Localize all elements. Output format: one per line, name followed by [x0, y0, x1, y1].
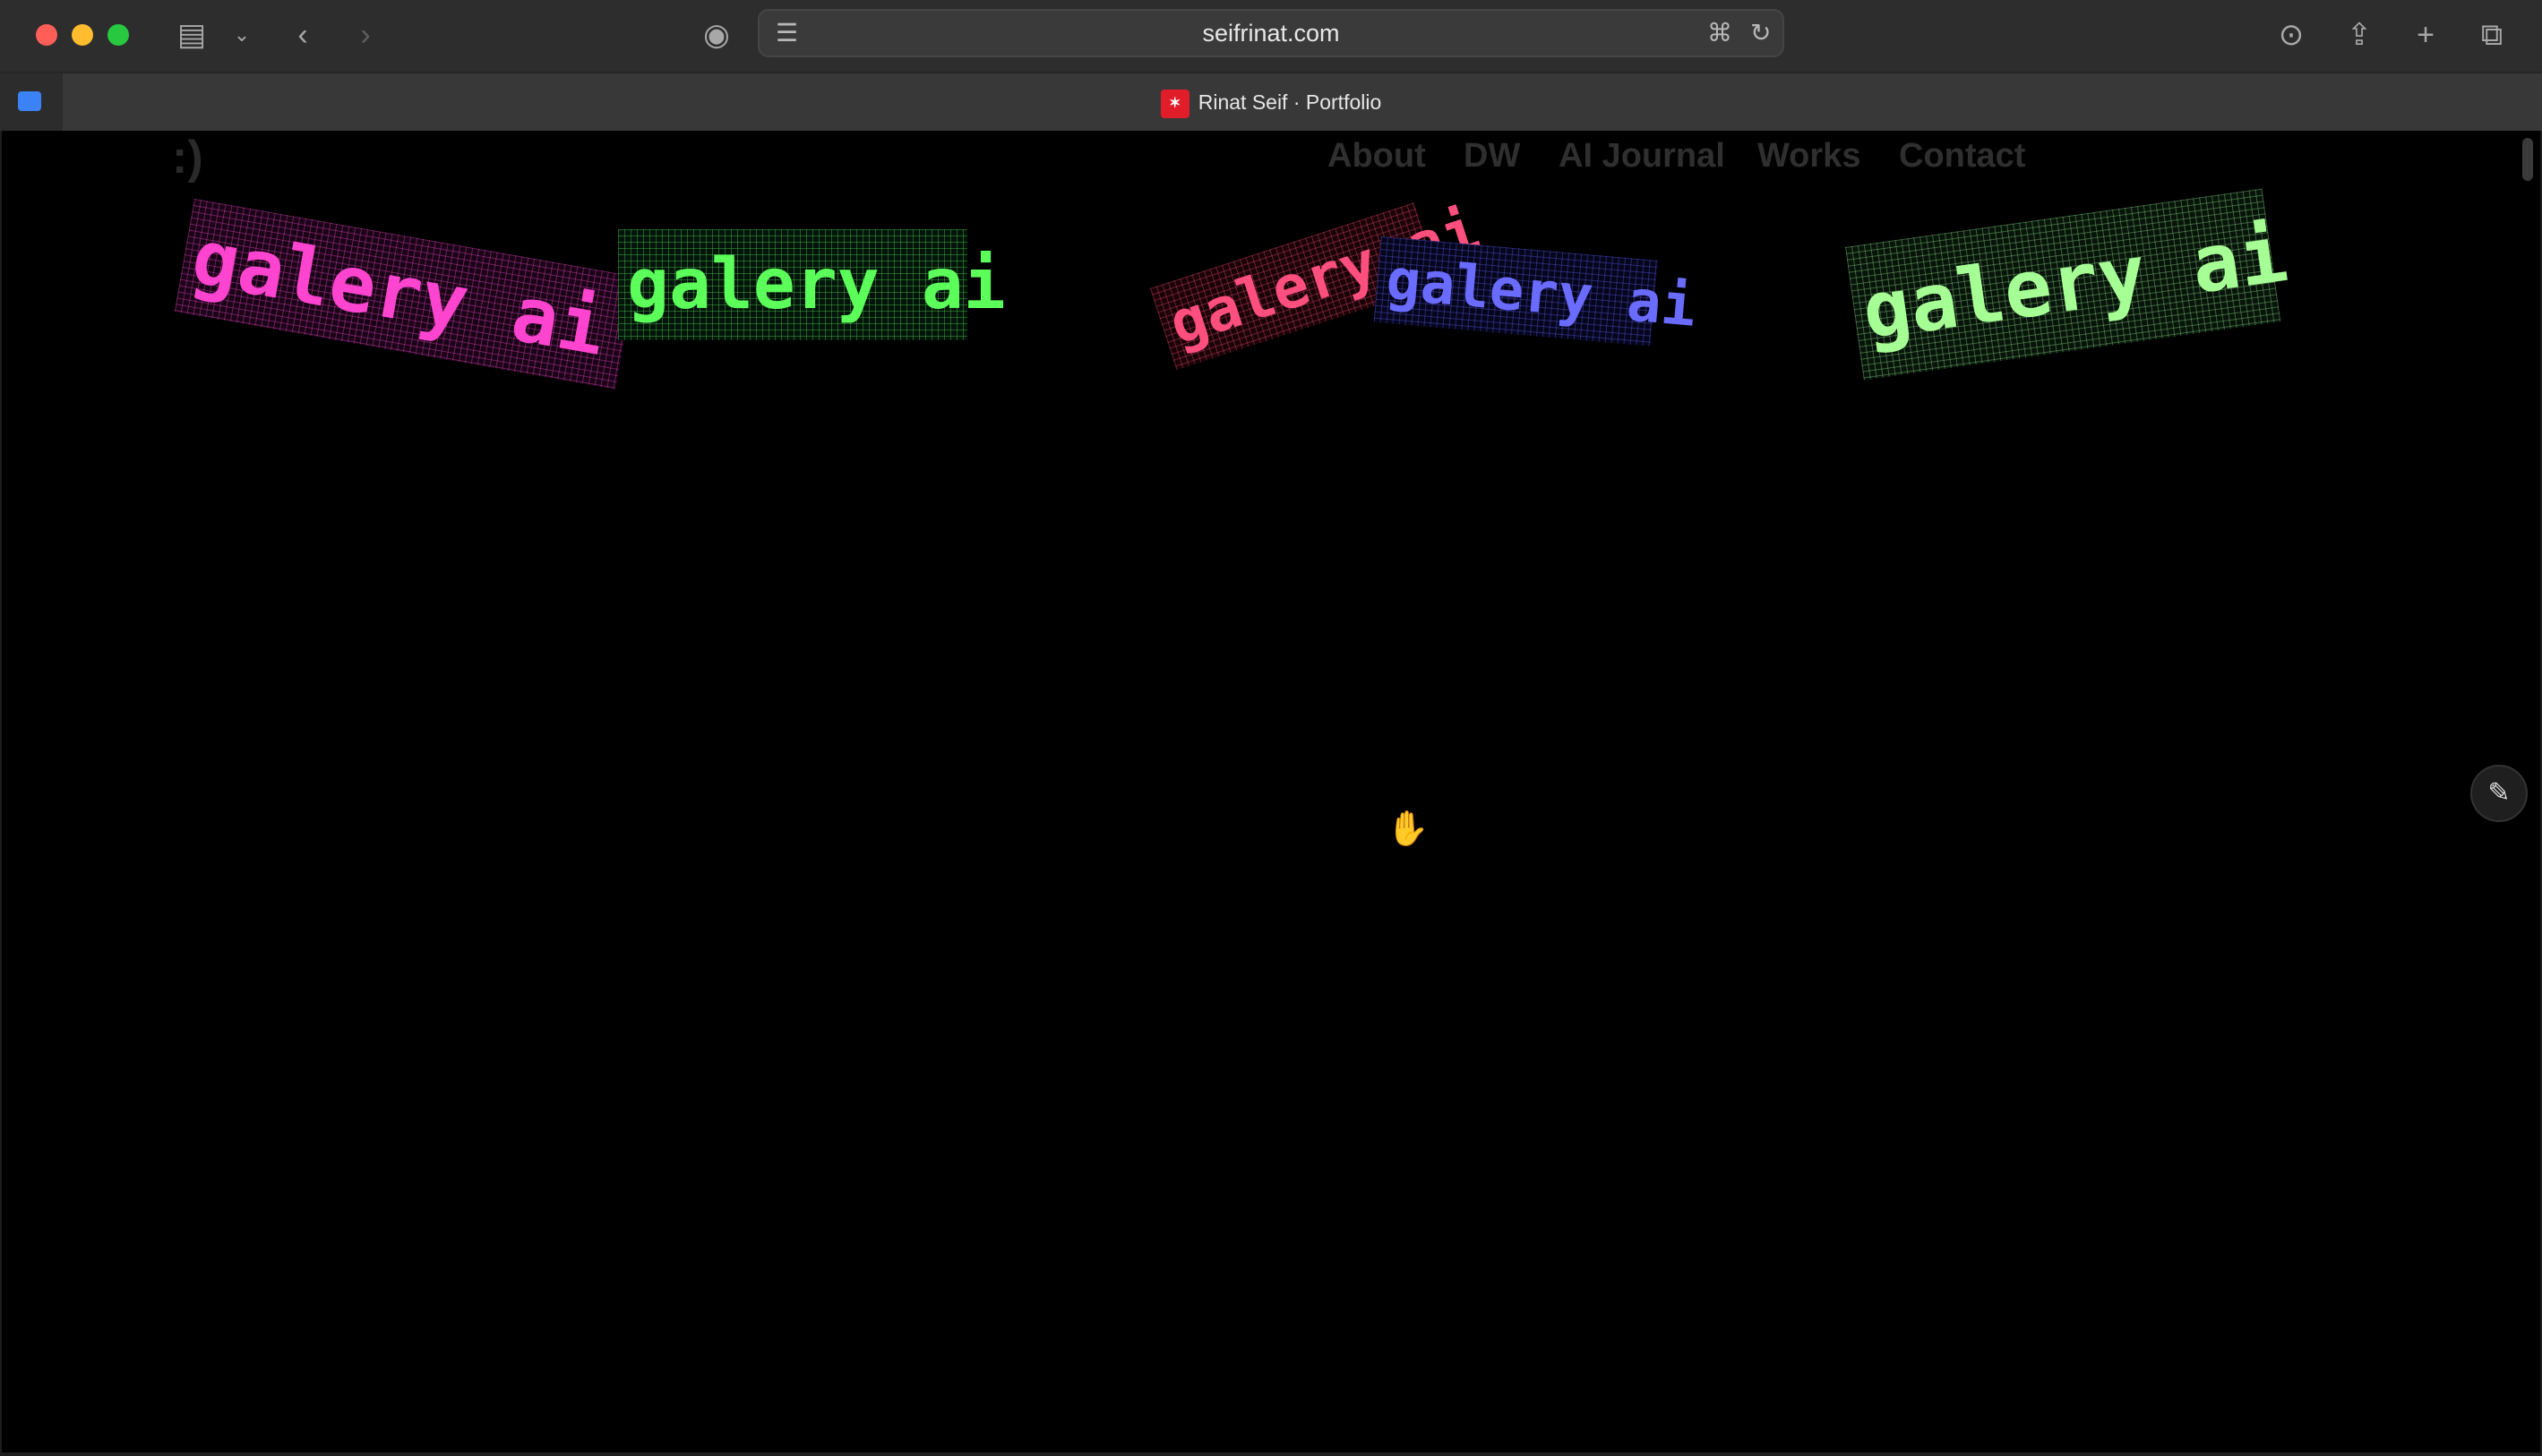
browser-toolbar: ▤ ⌄ ‹ › ◉ ☰ seifrinat.com ⌘ ↻ ⊙ ⇪ + ⧉: [0, 0, 2542, 72]
password-icon[interactable]: ◉: [699, 14, 734, 56]
tab-title: Rinat Seif · Portfolio: [1198, 90, 1382, 114]
nav-works[interactable]: Works: [1757, 138, 1860, 174]
galery-ai-sticker[interactable]: galery ai: [1845, 188, 2293, 381]
translate-icon[interactable]: ⌘: [1707, 14, 1732, 52]
favicon: ✶: [1160, 89, 1189, 118]
address-bar[interactable]: ☰ seifrinat.com ⌘ ↻: [758, 9, 1784, 57]
galery-ai-sticker[interactable]: galery ai: [618, 229, 1006, 340]
site-logo[interactable]: :): [172, 131, 203, 184]
plus-icon[interactable]: +: [2406, 14, 2445, 56]
window-minimize-button[interactable]: [72, 24, 93, 46]
sidebar-icon[interactable]: ▤: [172, 14, 211, 56]
download-icon[interactable]: ⊙: [2271, 14, 2311, 56]
chevron-right-icon[interactable]: ›: [348, 14, 383, 56]
pencil-icon[interactable]: ✎: [2470, 765, 2528, 822]
page-viewport: :) About DW AI Journal Works Contact gal…: [2, 131, 2540, 1452]
hand-cursor-icon: ✋: [1387, 810, 1430, 848]
url-text: seifrinat.com: [1202, 20, 1340, 47]
chevron-down-icon[interactable]: ⌄: [229, 14, 254, 56]
tab-bar: ✶ Rinat Seif · Portfolio: [0, 72, 2542, 131]
window-close-button[interactable]: [36, 24, 57, 46]
tabs-overview-icon[interactable]: ⧉: [2472, 14, 2512, 56]
window-maximize-button[interactable]: [107, 24, 129, 46]
active-tab[interactable]: ✶ Rinat Seif · Portfolio: [0, 73, 2542, 131]
share-icon[interactable]: ⇪: [2340, 14, 2379, 56]
nav-contact[interactable]: Contact: [1899, 138, 2025, 174]
chevron-left-icon[interactable]: ‹: [285, 14, 321, 56]
nav-ai-journal[interactable]: AI Journal: [1559, 138, 1725, 174]
galery-ai-sticker[interactable]: galery ai: [1373, 236, 1698, 347]
nav-about[interactable]: About: [1327, 138, 1426, 174]
reload-icon[interactable]: ↻: [1750, 14, 1771, 52]
nav-dw[interactable]: DW: [1464, 138, 1520, 174]
scrollbar[interactable]: [2522, 138, 2533, 181]
galery-ai-sticker[interactable]: galery ai: [174, 199, 636, 390]
